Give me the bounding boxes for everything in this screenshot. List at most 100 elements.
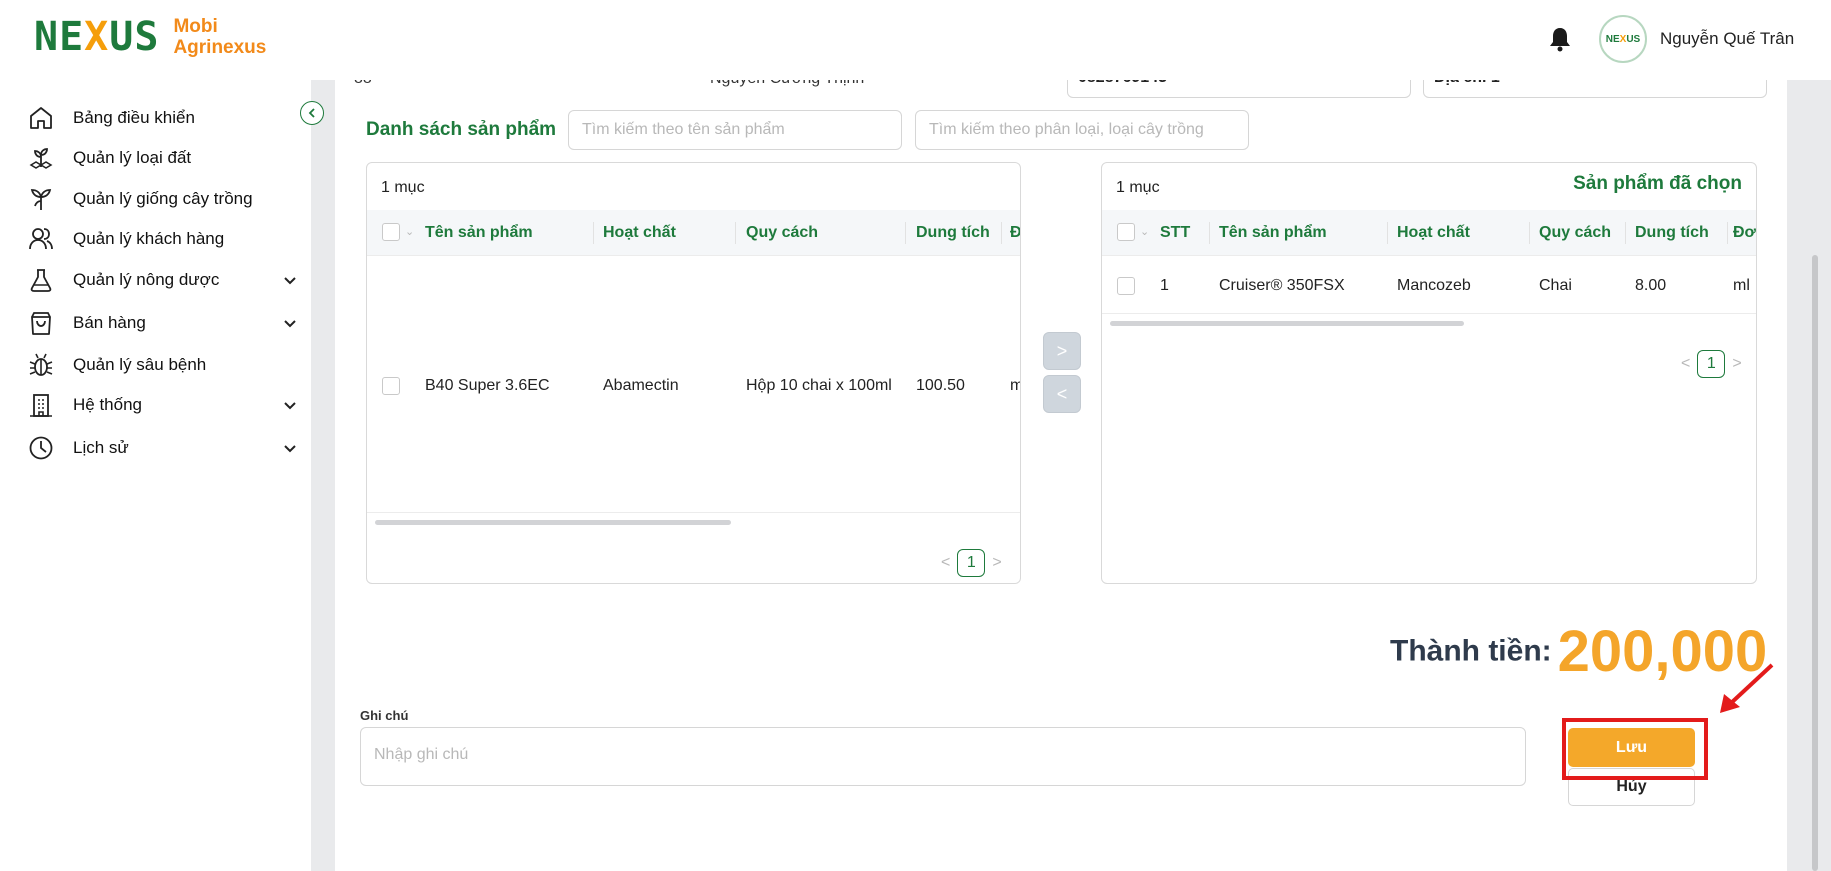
column-header[interactable]: Dung tích	[916, 224, 990, 242]
chevron-down-icon	[284, 277, 296, 285]
page-number[interactable]: 1	[957, 549, 986, 577]
sidebar-item-label: Hệ thống	[73, 395, 142, 414]
sidebar-item-plant-varieties[interactable]: Quản lý giống cây trồng	[28, 184, 298, 214]
flask-icon	[30, 269, 52, 292]
total-label: Thành tiền:	[1390, 634, 1552, 668]
sidebar-item-pests[interactable]: Quản lý sâu bệnh	[28, 350, 298, 380]
volume: 100.50	[916, 377, 965, 394]
chevron-down-icon	[284, 402, 296, 410]
sidebar-item-label: Quản lý nông dược	[73, 270, 220, 289]
chevron-down-icon	[284, 320, 296, 328]
highlight-box	[1562, 718, 1708, 780]
row-checkbox[interactable]	[1117, 277, 1135, 295]
column-divider	[1529, 222, 1530, 244]
item-count: 1 mục	[1116, 179, 1160, 196]
horizontal-scrollbar[interactable]	[1110, 321, 1464, 326]
bell-icon[interactable]	[1548, 26, 1572, 52]
select-all-checkbox[interactable]	[1117, 223, 1135, 241]
row-checkbox[interactable]	[382, 377, 400, 395]
sidebar-item-label: Bán hàng	[73, 313, 146, 332]
avatar[interactable]: NE X US	[1599, 15, 1647, 63]
chevron-right-icon[interactable]: >	[985, 554, 1008, 572]
sidebar-item-soil-types[interactable]: Quản lý loại đất	[28, 143, 298, 173]
pagination: < 1 >	[934, 549, 1009, 577]
sidebar-item-history[interactable]: Lịch sử	[28, 433, 298, 463]
sidebar-item-pesticides[interactable]: Quản lý nông dược	[28, 265, 298, 295]
packaging: Hộp 10 chai x 100ml	[746, 377, 892, 394]
column-header[interactable]: Đơn	[1733, 224, 1756, 242]
note-input[interactable]	[360, 727, 1526, 786]
note-label: Ghi chú	[360, 708, 409, 723]
column-divider	[1209, 222, 1210, 244]
unit: ml	[1733, 277, 1750, 294]
search-category-input[interactable]	[915, 110, 1249, 150]
sidebar-collapse-button[interactable]	[300, 101, 324, 125]
sidebar-item-customers[interactable]: Quản lý khách hàng	[28, 224, 298, 254]
column-header[interactable]: Tên sản phẩm	[1219, 224, 1327, 242]
sidebar: Bảng điều khiển Quản lý loại đất Quản lý…	[0, 80, 311, 871]
sidebar-item-label: Lịch sử	[73, 438, 129, 457]
column-divider	[593, 222, 594, 244]
selected-products-panel: 1 mục Sản phẩm đã chọn ⌄ STT Tên sản phẩ…	[1101, 162, 1757, 584]
table-header: ⌄ STT Tên sản phẩm Hoạt chất Quy cách Du…	[1102, 210, 1756, 256]
soil-icon	[29, 148, 53, 169]
column-divider	[735, 222, 736, 244]
sidebar-item-label: Quản lý khách hàng	[73, 229, 225, 248]
column-header[interactable]: Hoạt chất	[1397, 224, 1470, 242]
logo-mark: NEXUS	[34, 14, 160, 60]
chevron-down-icon	[284, 445, 296, 453]
clock-icon	[29, 436, 53, 460]
chevron-left-icon[interactable]: <	[1674, 355, 1697, 373]
logo-text: Mobi Agrinexus	[173, 16, 266, 58]
home-icon	[30, 107, 52, 129]
chevron-left-icon[interactable]: <	[934, 554, 957, 572]
product-list-title: Danh sách sản phẩm	[366, 119, 557, 140]
divider	[367, 512, 1020, 513]
move-right-button[interactable]: >	[1043, 332, 1081, 370]
chevron-left-icon	[308, 108, 315, 118]
pagination: < 1 >	[1674, 350, 1749, 378]
search-product-name-input[interactable]	[568, 110, 902, 150]
horizontal-scrollbar[interactable]	[375, 520, 731, 525]
column-header[interactable]: STT	[1160, 224, 1190, 242]
logo-line-1: Mobi	[173, 16, 218, 37]
active-ingredient: Abamectin	[603, 377, 679, 394]
unit: m	[1010, 377, 1020, 395]
page-scrollbar[interactable]	[1812, 255, 1818, 871]
row-index: 1	[1160, 277, 1169, 294]
column-header[interactable]: Hoạt chất	[603, 224, 676, 242]
sidebar-item-sales[interactable]: Bán hàng	[28, 308, 298, 338]
divider	[1102, 313, 1756, 314]
table-header: ⌄ Tên sản phẩm Hoạt chất Quy cách Dung t…	[367, 210, 1020, 256]
plant-icon	[30, 189, 52, 210]
active-ingredient: Mancozeb	[1397, 277, 1471, 294]
column-divider	[1727, 222, 1728, 244]
column-divider	[905, 222, 906, 244]
app-logo[interactable]: NEXUS Mobi Agrinexus	[34, 14, 266, 60]
column-header[interactable]: Quy cách	[1539, 224, 1611, 242]
users-icon	[29, 228, 53, 250]
sidebar-item-system[interactable]: Hệ thống	[28, 390, 298, 420]
chevron-right-icon: >	[1056, 340, 1068, 361]
column-header[interactable]: Tên sản phẩm	[425, 224, 533, 242]
column-header[interactable]: Quy cách	[746, 224, 818, 242]
column-header[interactable]: Đ	[1010, 224, 1020, 242]
select-all-checkbox[interactable]	[382, 223, 400, 241]
column-divider	[1001, 222, 1002, 244]
building-icon	[30, 394, 52, 417]
column-header[interactable]: Dung tích	[1635, 224, 1709, 242]
selected-products-title: Sản phẩm đã chọn	[1573, 173, 1742, 194]
move-left-button[interactable]: <	[1043, 375, 1081, 413]
chevron-down-icon[interactable]: ⌄	[1140, 225, 1149, 238]
chevron-down-icon[interactable]: ⌄	[405, 225, 414, 238]
product-name: B40 Super 3.6EC	[425, 377, 550, 394]
bug-icon	[29, 353, 53, 376]
page-number[interactable]: 1	[1697, 350, 1726, 378]
sidebar-item-dashboard[interactable]: Bảng điều khiển	[28, 103, 298, 133]
chevron-left-icon: <	[1056, 383, 1068, 404]
user-name[interactable]: Nguyễn Quế Trân	[1660, 29, 1794, 49]
chevron-right-icon[interactable]: >	[1725, 355, 1748, 373]
packaging: Chai	[1539, 277, 1572, 294]
item-count: 1 mục	[381, 179, 425, 196]
sidebar-item-label: Quản lý giống cây trồng	[73, 189, 253, 208]
